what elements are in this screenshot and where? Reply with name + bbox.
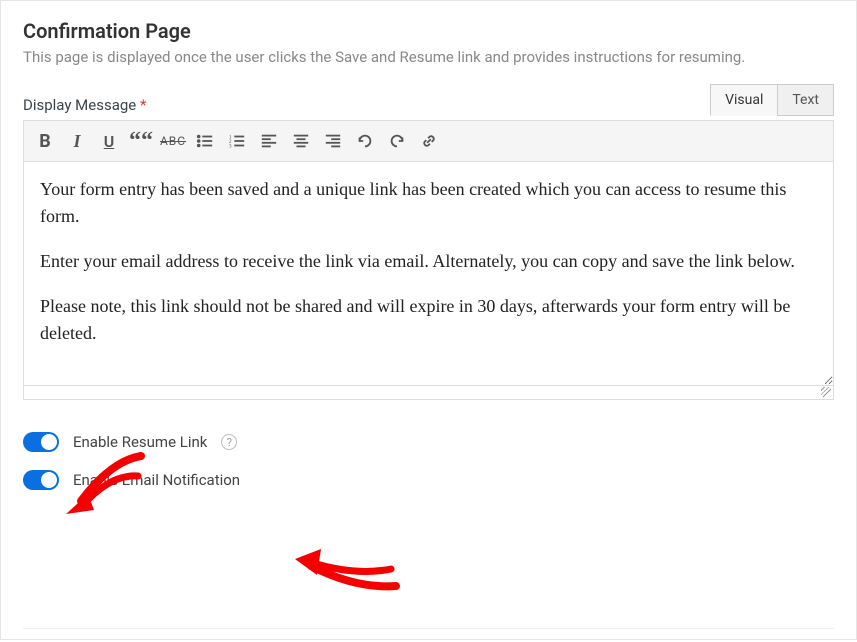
undo-button[interactable]	[350, 126, 380, 156]
field-label-text: Display Message	[23, 96, 136, 114]
align-right-button[interactable]	[318, 126, 348, 156]
enable-resume-link-label: Enable Resume Link	[73, 433, 207, 451]
svg-text:3: 3	[229, 143, 232, 149]
editor-toolbar: B I U ““ ABC 123	[23, 120, 834, 162]
editor-paragraph: Enter your email address to receive the …	[40, 248, 817, 275]
enable-email-notification-toggle[interactable]	[23, 470, 59, 490]
enable-email-notification-label: Enable Email Notification	[73, 471, 240, 489]
rich-text-editor: Visual Text B I U ““ ABC 123	[23, 120, 834, 400]
required-marker: *	[140, 96, 146, 114]
enable-resume-link-toggle[interactable]	[23, 432, 59, 452]
editor-paragraph: Please note, this link should not be sha…	[40, 293, 817, 347]
editor-resize-handle[interactable]	[23, 386, 834, 400]
section-description: This page is displayed once the user cli…	[23, 47, 834, 68]
tab-text[interactable]: Text	[777, 84, 834, 116]
align-left-button[interactable]	[254, 126, 284, 156]
confirmation-page-panel: Confirmation Page This page is displayed…	[0, 0, 857, 640]
annotation-arrow-icon	[291, 541, 401, 596]
align-center-button[interactable]	[286, 126, 316, 156]
strikethrough-button[interactable]: ABC	[158, 126, 188, 156]
italic-button[interactable]: I	[62, 126, 92, 156]
tab-visual[interactable]: Visual	[710, 84, 778, 116]
section-title: Confirmation Page	[23, 19, 834, 43]
bullet-list-button[interactable]	[190, 126, 220, 156]
editor-content-area[interactable]: Your form entry has been saved and a uni…	[23, 162, 834, 386]
editor-mode-tabs: Visual Text	[711, 84, 834, 116]
numbered-list-button[interactable]: 123	[222, 126, 252, 156]
editor-paragraph: Your form entry has been saved and a uni…	[40, 176, 817, 230]
link-button[interactable]	[414, 126, 444, 156]
enable-email-notification-row: Enable Email Notification	[23, 470, 834, 490]
underline-button[interactable]: U	[94, 126, 124, 156]
toggle-options: Enable Resume Link ? Enable Email Notifi…	[23, 432, 834, 490]
divider	[23, 628, 834, 629]
enable-resume-link-row: Enable Resume Link ?	[23, 432, 834, 452]
help-icon[interactable]: ?	[221, 434, 237, 450]
redo-button[interactable]	[382, 126, 412, 156]
bold-button[interactable]: B	[30, 126, 60, 156]
blockquote-button[interactable]: ““	[126, 126, 156, 156]
